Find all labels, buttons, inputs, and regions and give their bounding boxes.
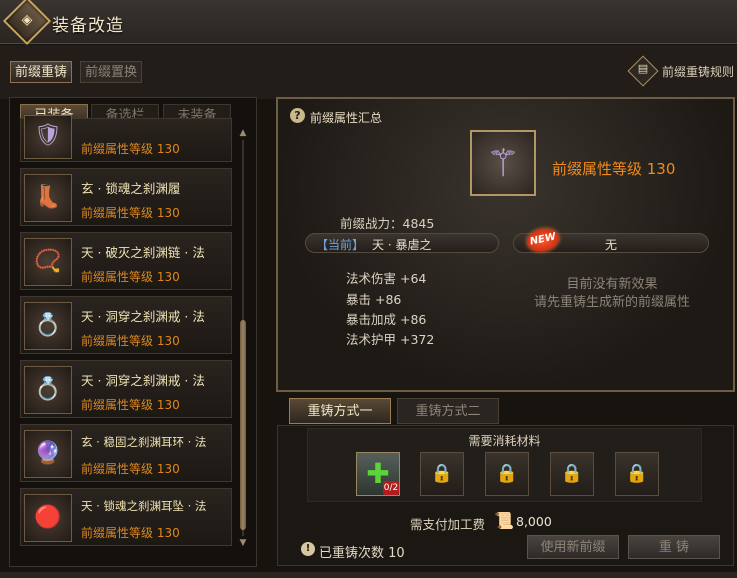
item-icon-frame: 🛡	[24, 115, 72, 159]
item-icon-frame: 🔴	[24, 494, 72, 542]
prefix-level: 前缀属性等级 130	[552, 160, 676, 178]
materials-title: 需要消耗材料	[468, 434, 541, 448]
item-name: 天 · 洞穿之刹渊戒 · 法	[81, 373, 205, 388]
material-slot-locked: 🔒	[615, 452, 659, 496]
earring-icon: 🔮	[34, 441, 62, 466]
item-level: 前缀属性等级 130	[81, 462, 180, 476]
scroll-up-icon[interactable]: ▲	[239, 128, 247, 138]
material-count-badge: 0/2	[383, 481, 399, 495]
no-effect-message: 目前没有新效果 请先重铸生成新的前缀属性	[520, 276, 704, 312]
prefix-power: 前缀战力：4845	[340, 216, 435, 231]
item-level: 前缀属性等级 130	[81, 334, 180, 348]
current-prefix-pill: 【当前】 天 · 暴虐之	[305, 233, 499, 253]
item-name: 天 · 锁魂之刹渊耳坠 · 法	[81, 499, 207, 513]
lock-icon: 🔒	[495, 463, 519, 484]
tab-method-one[interactable]: 重铸方式一	[289, 398, 391, 424]
material-slot-locked: 🔒	[485, 452, 529, 496]
lock-icon: 🔒	[560, 463, 584, 484]
item-level: 前缀属性等级 130	[81, 398, 180, 412]
rules-button[interactable]: ▤ 前缀重铸规则	[627, 55, 737, 87]
reforge-count: 已重铸次数 10	[319, 546, 405, 561]
equipment-item[interactable]: 🔴 天 · 锁魂之刹渊耳坠 · 法 前缀属性等级 130	[20, 488, 232, 546]
stat-line: 暴击 +86	[346, 292, 402, 307]
item-level: 前缀属性等级 130	[81, 206, 180, 220]
item-name: 天 · 洞穿之刹渊戒 · 法	[81, 309, 205, 324]
no-effect-line-1: 目前没有新效果	[566, 277, 658, 292]
item-icon-frame: 🔮	[24, 430, 72, 478]
material-slot-locked: 🔒	[420, 452, 464, 496]
diamond-emblem-icon: ◈	[21, 12, 33, 28]
gold-scroll-icon: 📜	[494, 511, 514, 530]
item-icon-frame: 📿	[24, 238, 72, 286]
equipment-item[interactable]: 🛡 前缀属性等级 130	[20, 115, 232, 162]
ring-icon: 💍	[34, 313, 62, 338]
rules-label: 前缀重铸规则	[662, 65, 735, 79]
item-level: 前缀属性等级 130	[81, 142, 180, 156]
help-icon[interactable]: ?	[290, 108, 305, 123]
armor-icon: 🛡	[34, 123, 62, 148]
lock-icon: 🔒	[430, 463, 454, 484]
item-level: 前缀属性等级 130	[81, 270, 180, 284]
scroll-down-icon[interactable]: ▼	[239, 538, 247, 548]
stat-line: 法术伤害 +64	[346, 271, 427, 286]
item-name: 玄 · 稳固之刹渊耳环 · 法	[81, 435, 207, 449]
bottom-border	[0, 572, 737, 578]
necklace-icon: 📿	[34, 249, 62, 274]
item-icon-frame: 👢	[24, 174, 72, 222]
tab-prefix-swap[interactable]: 前缀置换	[80, 61, 143, 83]
summary-title: 前缀属性汇总	[310, 111, 383, 125]
window-title: 装备改造	[52, 16, 124, 36]
reforge-button[interactable]: 重 铸	[628, 535, 720, 559]
staff-icon: ⚚	[485, 141, 521, 185]
item-level: 前缀属性等级 130	[81, 526, 180, 540]
fee-value: 8,000	[516, 514, 552, 529]
equipment-item[interactable]: 🔮 玄 · 稳固之刹渊耳环 · 法 前缀属性等级 130	[20, 424, 232, 482]
equipment-item[interactable]: 💍 天 · 洞穿之刹渊戒 · 法 前缀属性等级 130	[20, 360, 232, 418]
boots-icon: 👢	[34, 185, 62, 210]
tab-method-two[interactable]: 重铸方式二	[397, 398, 499, 424]
use-new-prefix-button[interactable]: 使用新前缀	[527, 535, 619, 559]
info-icon: !	[301, 542, 315, 556]
stat-line: 法术护甲 +372	[346, 332, 435, 347]
equipment-item[interactable]: 💍 天 · 洞穿之刹渊戒 · 法 前缀属性等级 130	[20, 296, 232, 354]
no-effect-line-2: 请先重铸生成新的前缀属性	[533, 295, 690, 310]
stat-line: 暴击加成 +86	[346, 312, 427, 327]
fee-label: 需支付加工费	[410, 517, 486, 532]
item-icon-frame: 💍	[24, 302, 72, 350]
earring-icon: 🔴	[34, 505, 62, 530]
equipment-item[interactable]: 👢 玄 · 锁魂之刹渊履 前缀属性等级 130	[20, 168, 232, 226]
scroll-thumb[interactable]	[240, 320, 246, 530]
item-name: 天 · 破灭之刹渊链 · 法	[81, 245, 205, 260]
material-slot[interactable]: ✚ 0/2	[356, 452, 400, 496]
item-icon-frame: 💍	[24, 366, 72, 414]
list-scrollbar[interactable]: ▲ ▼	[239, 128, 247, 548]
material-slot-locked: 🔒	[550, 452, 594, 496]
ring-icon: 💍	[34, 377, 62, 402]
item-name: 玄 · 锁魂之刹渊履	[81, 181, 181, 196]
equipment-item[interactable]: 📿 天 · 破灭之刹渊链 · 法 前缀属性等级 130	[20, 232, 232, 290]
selected-item-frame: ⚚	[470, 130, 536, 196]
document-icon: ▤	[637, 62, 649, 75]
current-tag: 【当前】	[316, 238, 365, 252]
current-prefix: 天 · 暴虐之	[372, 238, 432, 252]
tab-prefix-reforge[interactable]: 前缀重铸	[10, 61, 73, 83]
lock-icon: 🔒	[625, 463, 649, 484]
